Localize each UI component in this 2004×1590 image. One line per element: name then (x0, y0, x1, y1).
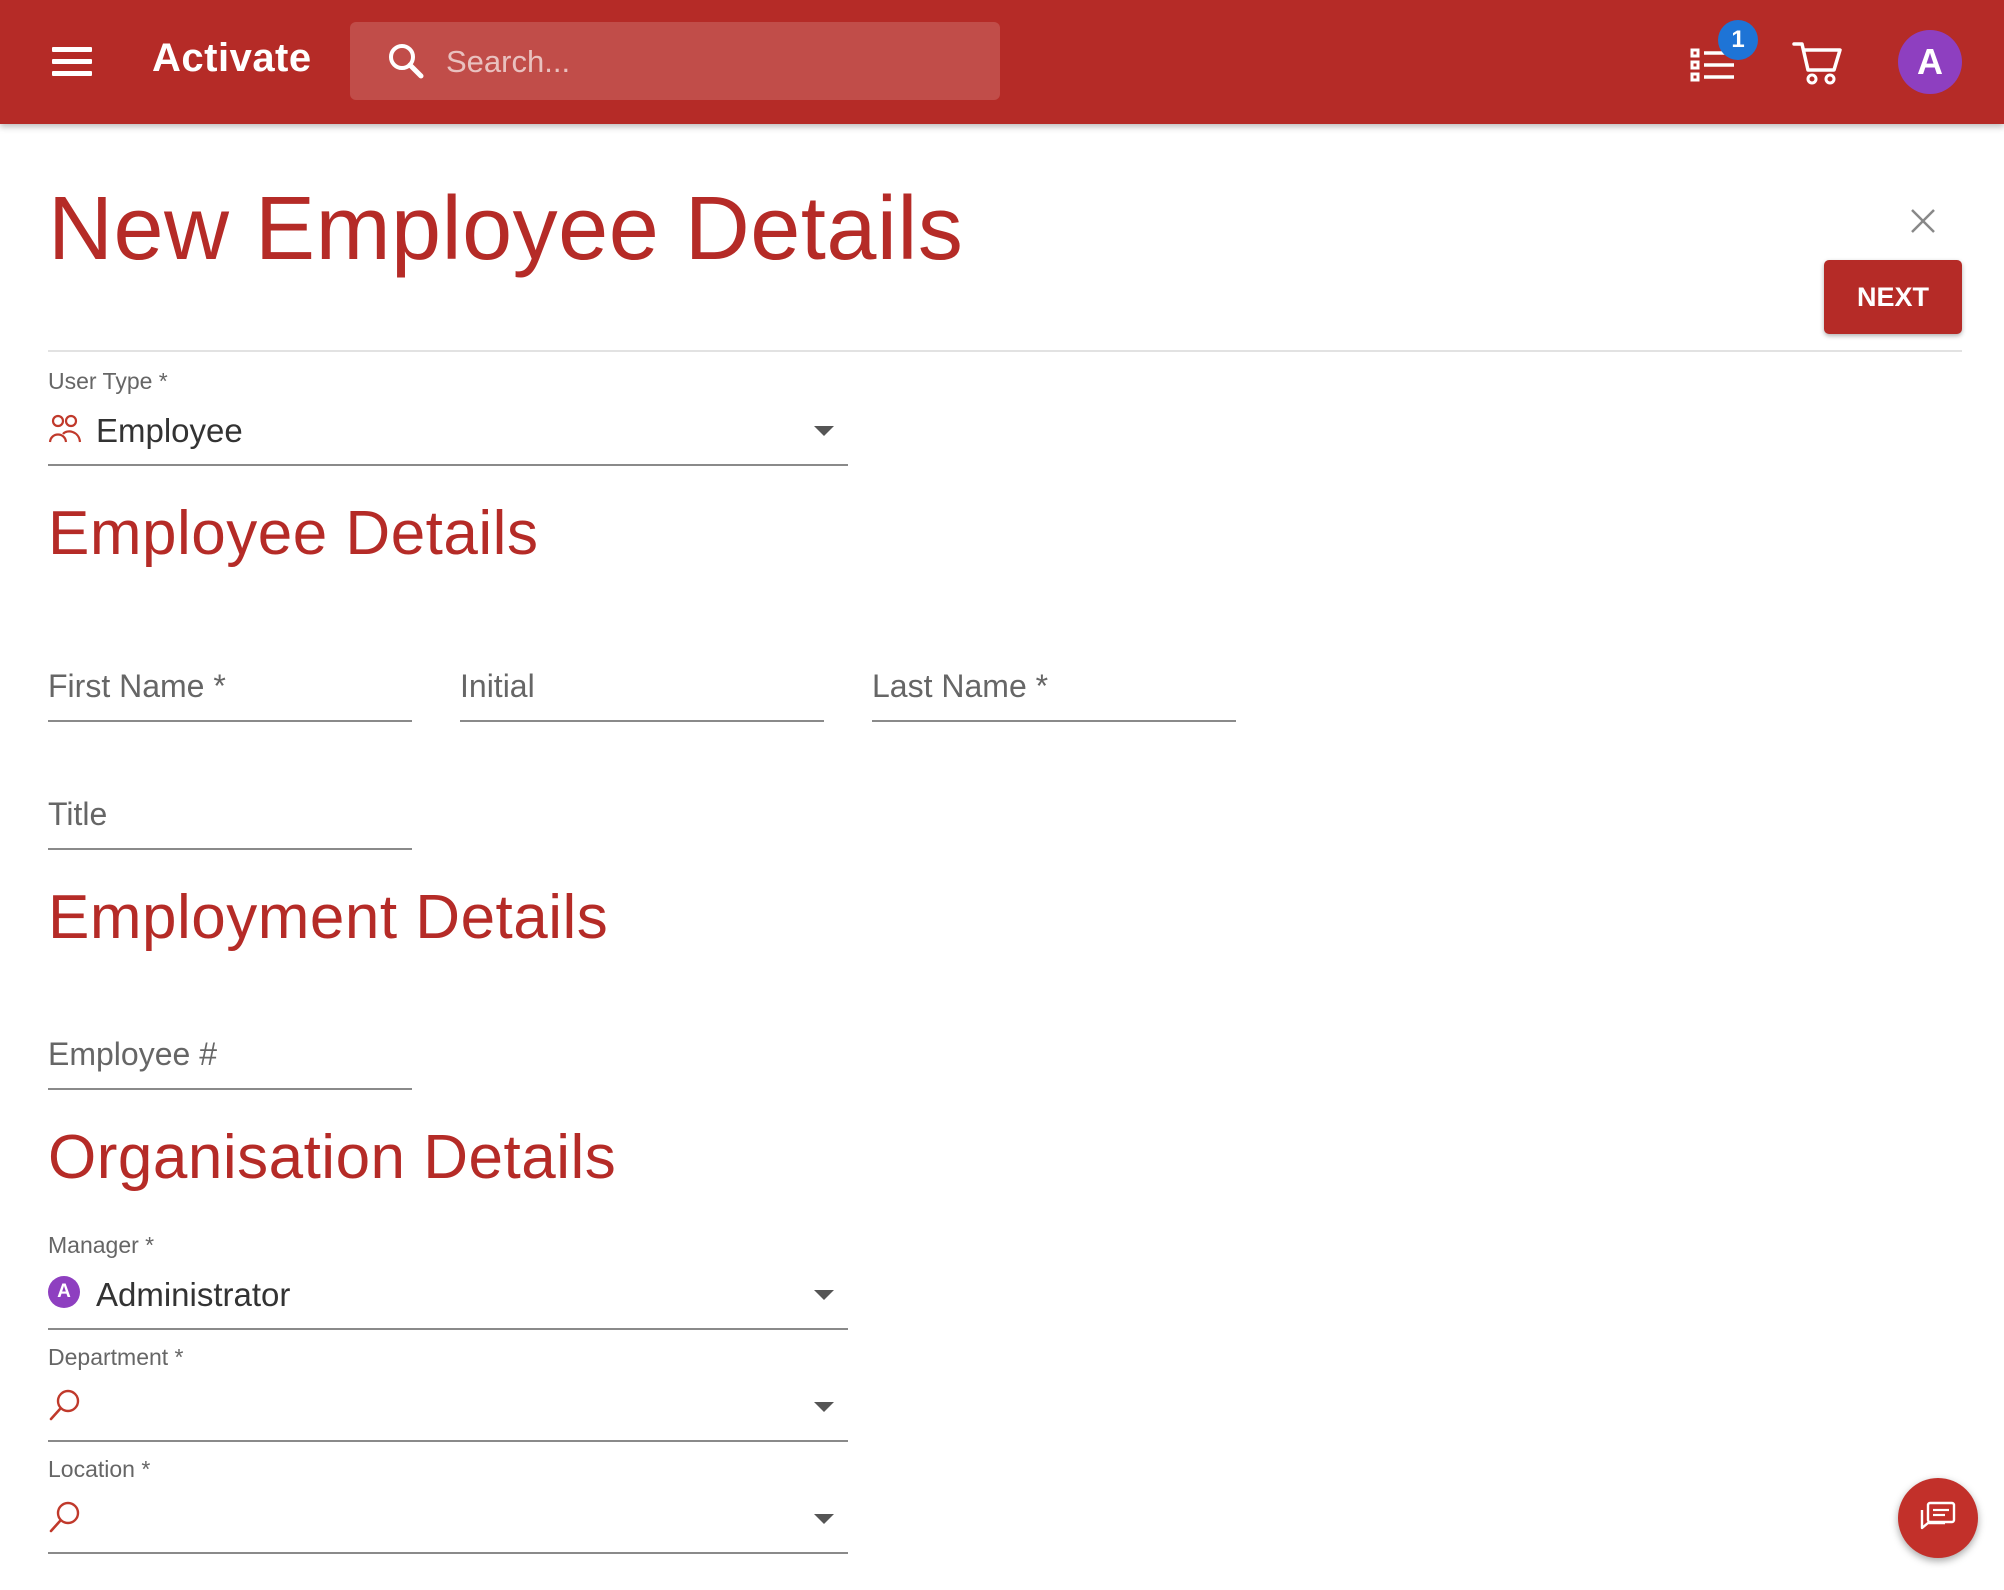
section-employee-details: Employee Details (48, 499, 539, 568)
page-title: New Employee Details (48, 179, 964, 279)
cart-button[interactable] (1792, 38, 1844, 86)
chevron-down-icon (814, 1290, 834, 1300)
chevron-down-icon (814, 1514, 834, 1524)
user-type-select[interactable]: Employee (48, 400, 848, 466)
chat-button[interactable] (1898, 1478, 1978, 1558)
user-avatar[interactable]: A (1898, 30, 1962, 94)
department-label: Department * (48, 1344, 184, 1370)
cart-icon (1792, 42, 1842, 85)
search-icon (49, 1501, 80, 1533)
app-bar: Activate 1 A (0, 0, 2004, 124)
close-button[interactable] (1908, 206, 1938, 236)
divider (48, 350, 1962, 352)
last-name-placeholder: Last Name * (872, 668, 1049, 704)
manager-label: Manager * (48, 1232, 155, 1258)
location-label: Location * (48, 1456, 151, 1482)
department-select[interactable] (48, 1376, 848, 1442)
last-name-field[interactable]: Last Name * (872, 658, 1236, 722)
close-icon (1911, 209, 1935, 233)
chevron-down-icon (814, 426, 834, 436)
initial-placeholder: Initial (460, 668, 535, 704)
next-button[interactable]: NEXT (1824, 260, 1962, 334)
app-title[interactable]: Activate (152, 36, 312, 81)
user-type-value: Employee (96, 412, 243, 449)
section-organisation-details: Organisation Details (48, 1123, 617, 1192)
employee-number-placeholder: Employee # (48, 1036, 217, 1072)
menu-icon[interactable] (52, 47, 92, 77)
manager-value: Administrator (96, 1276, 291, 1313)
search-input[interactable] (444, 40, 968, 84)
title-field[interactable]: Title (48, 786, 412, 850)
manager-select[interactable]: A Administrator (48, 1264, 848, 1330)
avatar: A (48, 1276, 80, 1308)
search-icon (389, 44, 424, 79)
people-icon (48, 414, 82, 443)
search-icon (49, 1389, 80, 1421)
search-box[interactable] (350, 22, 1000, 100)
initial-field[interactable]: Initial (460, 658, 824, 722)
title-placeholder: Title (48, 796, 108, 832)
notification-badge: 1 (1718, 20, 1758, 60)
chat-icon (1920, 1501, 1956, 1530)
employee-number-field[interactable]: Employee # (48, 1026, 412, 1090)
first-name-placeholder: First Name * (48, 668, 226, 704)
user-type-label: User Type * (48, 368, 168, 394)
chevron-down-icon (814, 1402, 834, 1412)
location-select[interactable] (48, 1488, 848, 1554)
section-employment-details: Employment Details (48, 883, 609, 952)
first-name-field[interactable]: First Name * (48, 658, 412, 722)
